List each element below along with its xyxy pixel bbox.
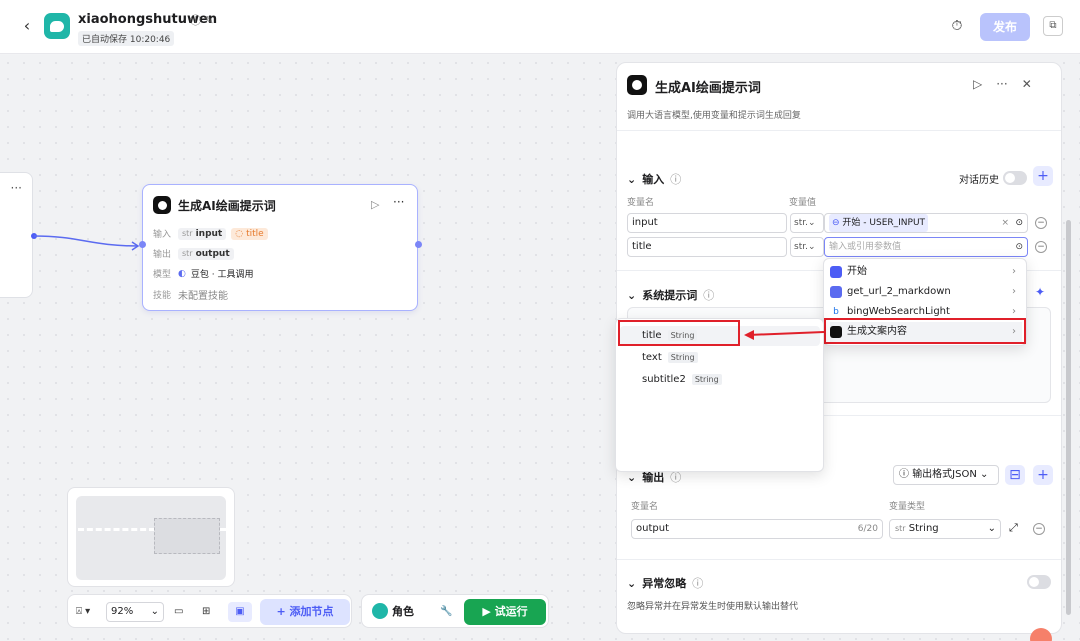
more-icon[interactable]: ···: [11, 181, 22, 195]
save-status: 已自动保存 10:20:46: [78, 31, 175, 46]
target-icon: ⊙: [1015, 242, 1023, 252]
more-icon[interactable]: ···: [393, 195, 404, 209]
variable-type-select[interactable]: str.⌄: [790, 213, 824, 233]
publish-button[interactable]: 发布: [980, 13, 1030, 41]
minimap[interactable]: [67, 487, 235, 587]
remove-row-icon[interactable]: −: [1035, 241, 1047, 253]
close-icon[interactable]: ✕: [1022, 77, 1032, 91]
play-icon[interactable]: ▷: [371, 198, 379, 211]
exception-toggle[interactable]: [1027, 575, 1051, 589]
expand-icon[interactable]: ⤢: [1009, 521, 1018, 535]
plugin-icon: [830, 286, 842, 298]
back-icon[interactable]: ‹: [18, 16, 36, 36]
window-icon[interactable]: ⧉: [1043, 16, 1063, 36]
remove-row-icon[interactable]: −: [1033, 523, 1045, 535]
minimap-icon[interactable]: ▣: [228, 602, 252, 622]
input-section-header[interactable]: ⌄ 输入 ⓘ: [627, 171, 681, 187]
variable-type-select[interactable]: str.⌄: [790, 237, 824, 257]
variable-ref-field[interactable]: 输入或引用参数值 ⊙: [824, 237, 1028, 257]
panel-scrollbar[interactable]: [1066, 220, 1071, 615]
model-icon: ◐: [178, 268, 186, 279]
add-input-button[interactable]: +: [1033, 166, 1053, 186]
history-icon[interactable]: ⏱: [948, 17, 966, 35]
variable-name-input[interactable]: input: [627, 213, 787, 233]
input-ref-chip: ◌ title: [231, 227, 268, 240]
annotation-arrow: [744, 330, 825, 340]
mouse-icon[interactable]: ⍓ ▾: [76, 602, 90, 622]
app-logo: [44, 13, 70, 39]
previous-node[interactable]: ···: [0, 172, 33, 298]
node-input-row: 输入 str input ◌ title: [153, 227, 268, 240]
system-prompt-header[interactable]: ⌄ 系统提示词 ⓘ: [627, 287, 714, 303]
chat-history-label: 对话历史: [959, 175, 999, 186]
input-port[interactable]: [139, 241, 146, 248]
role-button[interactable]: 角色: [372, 603, 414, 619]
bing-icon: b: [830, 306, 842, 318]
node-output-row: 输出 str output: [153, 247, 234, 260]
variable-ref-field[interactable]: ⊖ 开始 - USER_INPUT × ⊙: [824, 213, 1028, 233]
wrench-icon[interactable]: 🔧: [440, 602, 452, 622]
dropdown-var-text[interactable]: text String: [642, 352, 698, 363]
connection-line: [31, 233, 140, 251]
dropdown-var-subtitle2[interactable]: subtitle2 String: [642, 374, 722, 385]
info-icon: ⓘ: [703, 289, 715, 302]
target-icon: ⊙: [1015, 218, 1023, 228]
chevron-down-icon: ⌄: [627, 470, 637, 484]
node-skill-row: 技能 未配置技能: [153, 291, 228, 302]
panel-title: 生成AI绘画提示词: [655, 81, 761, 96]
layout-icon[interactable]: ⊞: [202, 602, 210, 622]
output-format-select[interactable]: ⓘ 输出格式JSON ⌄: [893, 465, 999, 485]
start-node-icon: [830, 266, 842, 278]
highlight-box: [824, 318, 1026, 344]
output-port[interactable]: [415, 241, 422, 248]
dropdown-node-get-url[interactable]: get_url_2_markdown ›: [830, 282, 1022, 302]
exception-description: 忽略异常并在异常发生时使用默认输出替代: [627, 602, 799, 612]
add-node-button[interactable]: + 添加节点: [260, 599, 350, 625]
chat-history-toggle[interactable]: [1003, 171, 1027, 185]
edit-icon[interactable]: ⓘ ✎: [190, 12, 214, 28]
canvas-toolbar: ⍓ ▾ 92% ⌄ ▭ ⊞ ▣ + 添加节点: [67, 594, 352, 628]
dropdown-node-start[interactable]: 开始 ›: [830, 262, 1022, 282]
exception-section-header[interactable]: ⌄ 异常忽略 ⓘ: [627, 575, 703, 591]
output-mode-icon[interactable]: ⊟: [1005, 465, 1025, 485]
more-icon[interactable]: ···: [996, 77, 1007, 91]
run-bar: 角色 🔧 ▶ 试运行: [361, 594, 549, 628]
node-title: 生成AI绘画提示词: [178, 199, 276, 213]
llm-node[interactable]: 生成AI绘画提示词 ▷ ··· 输入 str input ◌ title 输出 s…: [139, 184, 422, 311]
llm-node-icon: [153, 196, 171, 214]
play-icon[interactable]: ▷: [973, 77, 982, 91]
chevron-down-icon: ⌄: [627, 288, 637, 302]
llm-node-icon: [627, 75, 647, 95]
chevron-down-icon: ⌄: [627, 172, 637, 186]
output-type-select[interactable]: str String ⌄: [889, 519, 1001, 539]
info-icon: ⓘ: [692, 577, 704, 590]
highlight-box: [618, 320, 740, 346]
zoom-select[interactable]: 92% ⌄: [106, 602, 164, 622]
panel-description: 调用大语言模型,使用变量和提示词生成回复: [627, 111, 801, 121]
run-button[interactable]: ▶ 试运行: [464, 599, 546, 625]
chevron-down-icon: ⌄: [627, 576, 637, 590]
comment-icon[interactable]: ▭: [174, 602, 183, 622]
sparkle-icon[interactable]: ✦: [1035, 285, 1045, 299]
info-icon: ⓘ: [670, 173, 682, 186]
add-output-button[interactable]: +: [1033, 465, 1053, 485]
top-bar: ‹ xiaohongshutuwen ⓘ ✎ 已自动保存 10:20:46 ⏱ …: [0, 0, 1080, 54]
output-variable-input[interactable]: output 6/20: [631, 519, 883, 539]
minimap-viewport[interactable]: [154, 518, 220, 554]
remove-row-icon[interactable]: −: [1035, 217, 1047, 229]
node-model-row: 模型 ◐ 豆包 · 工具调用: [153, 268, 254, 281]
variable-name-input[interactable]: title: [627, 237, 787, 257]
role-avatar-icon: [372, 603, 388, 619]
